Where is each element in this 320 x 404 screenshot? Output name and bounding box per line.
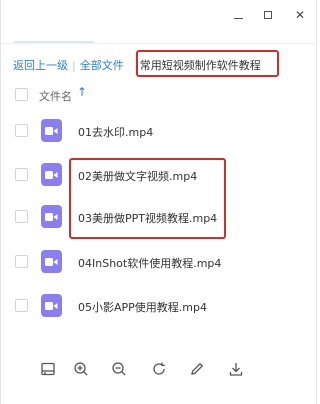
sort-ascending-icon[interactable]: ↑ bbox=[77, 85, 87, 99]
video-file-icon bbox=[41, 250, 62, 273]
file-row[interactable]: 04InShot软件使用教程.mp4 bbox=[1, 241, 318, 283]
list-header: 文件名 ↑ bbox=[1, 84, 318, 106]
bottom-toolbar bbox=[1, 358, 318, 382]
file-checkbox[interactable] bbox=[15, 255, 28, 268]
divider bbox=[1, 43, 318, 44]
current-folder-highlight bbox=[136, 50, 279, 77]
title-bar: ✕ bbox=[1, 0, 318, 32]
maximize-icon[interactable] bbox=[259, 6, 277, 24]
file-browser-window: ✕ 返回上一级 | 全部文件 常用短视频制作软件教程 文件名 ↑ 01去水印.m… bbox=[0, 0, 318, 404]
video-file-icon bbox=[41, 205, 62, 228]
file-name[interactable]: 01去水印.mp4 bbox=[78, 124, 153, 140]
minimize-icon[interactable] bbox=[229, 6, 247, 24]
select-all-checkbox[interactable] bbox=[15, 88, 28, 101]
file-checkbox[interactable] bbox=[15, 124, 28, 137]
video-file-icon bbox=[41, 294, 62, 317]
download-icon[interactable] bbox=[225, 358, 247, 380]
zoom-out-icon[interactable] bbox=[108, 358, 130, 380]
close-icon[interactable]: ✕ bbox=[291, 6, 309, 24]
filename-column-header[interactable]: 文件名 bbox=[39, 88, 72, 104]
file-row[interactable]: 05小影APP使用教程.mp4 bbox=[1, 285, 318, 327]
file-checkbox[interactable] bbox=[15, 299, 28, 312]
back-link[interactable]: 返回上一级 bbox=[13, 57, 68, 73]
video-file-icon bbox=[41, 163, 62, 186]
all-files-link[interactable]: 全部文件 bbox=[80, 57, 124, 73]
zoom-in-icon[interactable] bbox=[70, 358, 92, 380]
video-file-icon bbox=[41, 119, 62, 142]
screen-icon[interactable] bbox=[37, 358, 59, 380]
rotate-icon[interactable] bbox=[148, 358, 170, 380]
files-highlight bbox=[69, 158, 226, 239]
file-checkbox[interactable] bbox=[15, 168, 28, 181]
file-name[interactable]: 05小影APP使用教程.mp4 bbox=[78, 299, 207, 315]
edit-icon[interactable] bbox=[186, 358, 208, 380]
breadcrumb-separator: | bbox=[72, 58, 76, 72]
file-row[interactable]: 01去水印.mp4 bbox=[1, 110, 318, 152]
file-name[interactable]: 04InShot软件使用教程.mp4 bbox=[78, 255, 221, 271]
file-checkbox[interactable] bbox=[15, 210, 28, 223]
